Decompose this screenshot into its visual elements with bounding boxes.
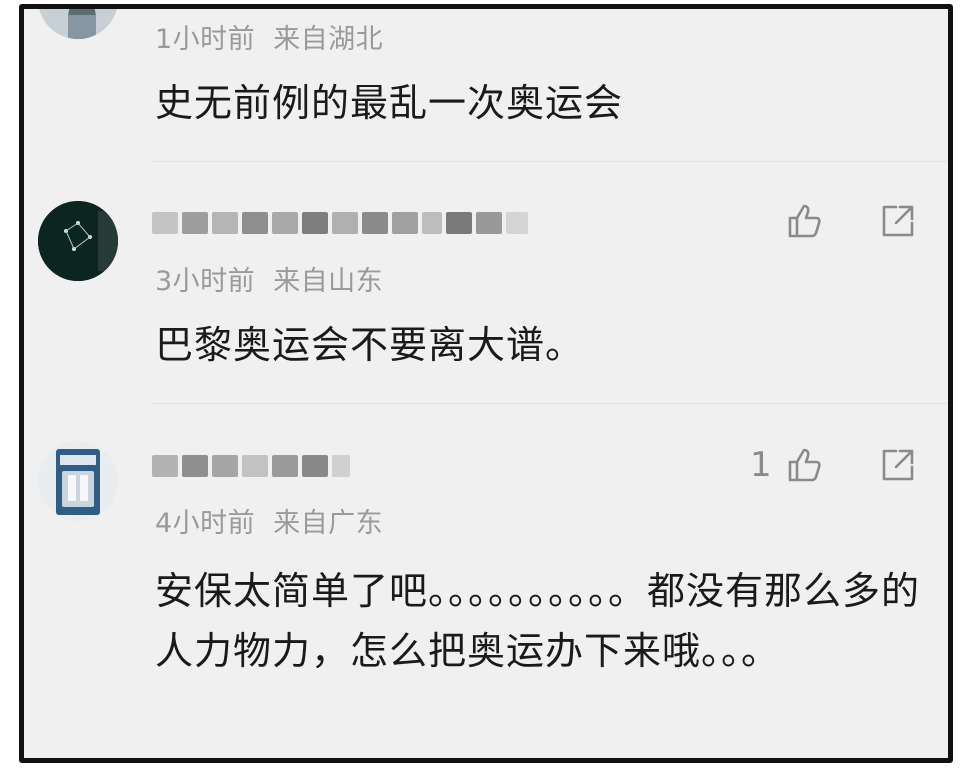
thumbs-up-icon: [788, 204, 821, 238]
like-count: 1: [750, 445, 772, 485]
like-button[interactable]: [782, 199, 826, 243]
blurred-name-segment: [182, 212, 208, 234]
comment-text: 安保太简单了吧。。。。。。。。。。都没有那么多的人力物力，怎么把奥运办下来哦。。…: [155, 569, 921, 673]
username-blurred[interactable]: [152, 204, 532, 242]
comment-meta: 3小时前 来自山东: [155, 259, 401, 298]
comment-time: 1小时前: [155, 24, 256, 55]
blurred-name-segment: [476, 212, 502, 234]
divider: [152, 161, 948, 162]
blurred-name-segment: [446, 212, 472, 234]
blurred-name-segment: [272, 212, 298, 234]
comment-time: 3小时前: [155, 266, 256, 297]
thumbs-up-icon: [788, 448, 821, 482]
comment-meta: 1小时前 来自湖北: [155, 17, 401, 56]
share-icon: [882, 205, 914, 237]
blurred-name-segment: [212, 455, 238, 477]
comment-meta: 4小时前 来自广东: [155, 501, 401, 540]
blurred-name-segment: [302, 455, 328, 477]
comment-list-panel: 1小时前 来自湖北 史无前例的最乱一次奥运会 3小时前 来自山东 巴黎奥运会不要…: [19, 4, 953, 763]
comment-text: 巴黎奥运会不要离大谱。: [155, 323, 585, 367]
share-icon: [882, 449, 914, 481]
blurred-name-segment: [272, 455, 298, 477]
avatar[interactable]: [38, 201, 118, 281]
avatar[interactable]: [38, 441, 118, 521]
avatar[interactable]: [38, 9, 118, 39]
blurred-name-segment: [422, 212, 442, 234]
share-button[interactable]: [876, 443, 920, 487]
blurred-name-segment: [392, 212, 418, 234]
divider: [152, 403, 948, 404]
blurred-name-segment: [242, 455, 268, 477]
blurred-name-segment: [362, 212, 388, 234]
comment-location: 来自湖北: [273, 24, 384, 55]
blurred-name-segment: [332, 212, 358, 234]
blurred-name-segment: [332, 455, 350, 477]
blurred-name-segment: [242, 212, 268, 234]
share-button[interactable]: [876, 199, 920, 243]
username-blurred[interactable]: [152, 447, 354, 485]
blurred-name-segment: [302, 212, 328, 234]
blurred-name-segment: [182, 455, 208, 477]
blurred-name-segment: [152, 455, 178, 477]
comment-location: 来自山东: [273, 266, 384, 297]
blurred-name-segment: [506, 212, 528, 234]
comment-text: 史无前例的最乱一次奥运会: [155, 81, 624, 125]
blurred-name-segment: [212, 212, 238, 234]
blurred-name-segment: [152, 212, 178, 234]
comment-location: 来自广东: [273, 508, 384, 539]
comment-time: 4小时前: [155, 508, 256, 539]
like-button[interactable]: [782, 443, 826, 487]
